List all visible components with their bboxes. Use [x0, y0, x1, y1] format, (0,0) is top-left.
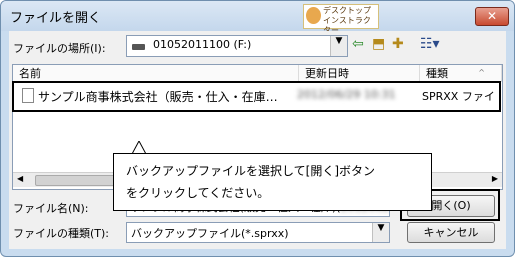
column-header-name[interactable]: 名前 — [13, 65, 299, 82]
window-title: ファイルを開く — [10, 11, 102, 26]
callout-text: バックアップファイルを選択して[開く]ボタン をクリックしてください。 — [126, 160, 375, 204]
location-combo[interactable]: 01052011100 (F:) ▼ — [126, 35, 348, 57]
up-folder-icon[interactable]: ⬒ — [372, 37, 385, 51]
drive-icon — [132, 44, 145, 50]
back-arrow-icon[interactable]: ⇦ — [352, 37, 364, 51]
dialog-body: ファイルの場所(I): 01052011100 (F:) ▼ ⇦ ⬒ ✚ ☷▾ … — [9, 31, 506, 249]
column-date-label: 更新日時 — [305, 67, 349, 80]
filetype-combo[interactable]: バックアップファイル(*.sprxx) ▼ — [126, 222, 390, 243]
sort-arrow-icon: ^ — [478, 68, 485, 77]
desktop-instructor-logo: デスクトップ インストラクター — [303, 4, 379, 35]
highlight-file-row — [12, 81, 501, 112]
callout-line-2: をクリックしてください。 — [126, 186, 270, 200]
close-button[interactable]: ✕ — [475, 7, 509, 26]
scroll-left-icon[interactable]: ◀ — [17, 174, 23, 183]
location-value: 01052011100 (F:) — [153, 38, 252, 51]
column-header-date[interactable]: 更新日時 — [299, 65, 420, 82]
filename-label: ファイル名(N): — [13, 202, 89, 215]
location-label: ファイルの場所(I): — [13, 42, 106, 55]
filetype-label: ファイルの種類(T): — [13, 227, 110, 240]
new-folder-icon[interactable]: ✚ — [392, 37, 404, 51]
open-file-dialog: ファイルを開く デスクトップ インストラクター ✕ ファイルの場所(I): 01… — [0, 0, 515, 257]
logo-line-1: デスクトップ — [323, 6, 371, 15]
scroll-right-icon[interactable]: ▶ — [492, 174, 498, 183]
view-menu-icon[interactable]: ☷▾ — [420, 37, 440, 51]
chevron-down-icon[interactable]: ▼ — [372, 223, 389, 242]
column-header-type[interactable]: 種類 ^ — [420, 65, 502, 82]
column-name-label: 名前 — [19, 67, 41, 80]
title-bar: ファイルを開く デスクトップ インストラクター ✕ — [1, 1, 514, 35]
chevron-down-icon[interactable]: ▼ — [330, 36, 347, 56]
instruction-callout: バックアップファイルを選択して[開く]ボタン をクリックしてください。 — [113, 153, 432, 211]
cancel-button[interactable]: キャンセル — [407, 222, 495, 243]
callout-line-1: バックアップファイルを選択して[開く]ボタン — [126, 164, 376, 178]
filetype-value: バックアップファイル(*.sprxx) — [131, 227, 289, 240]
column-type-label: 種類 — [426, 67, 448, 80]
instructor-face-icon — [306, 7, 321, 24]
